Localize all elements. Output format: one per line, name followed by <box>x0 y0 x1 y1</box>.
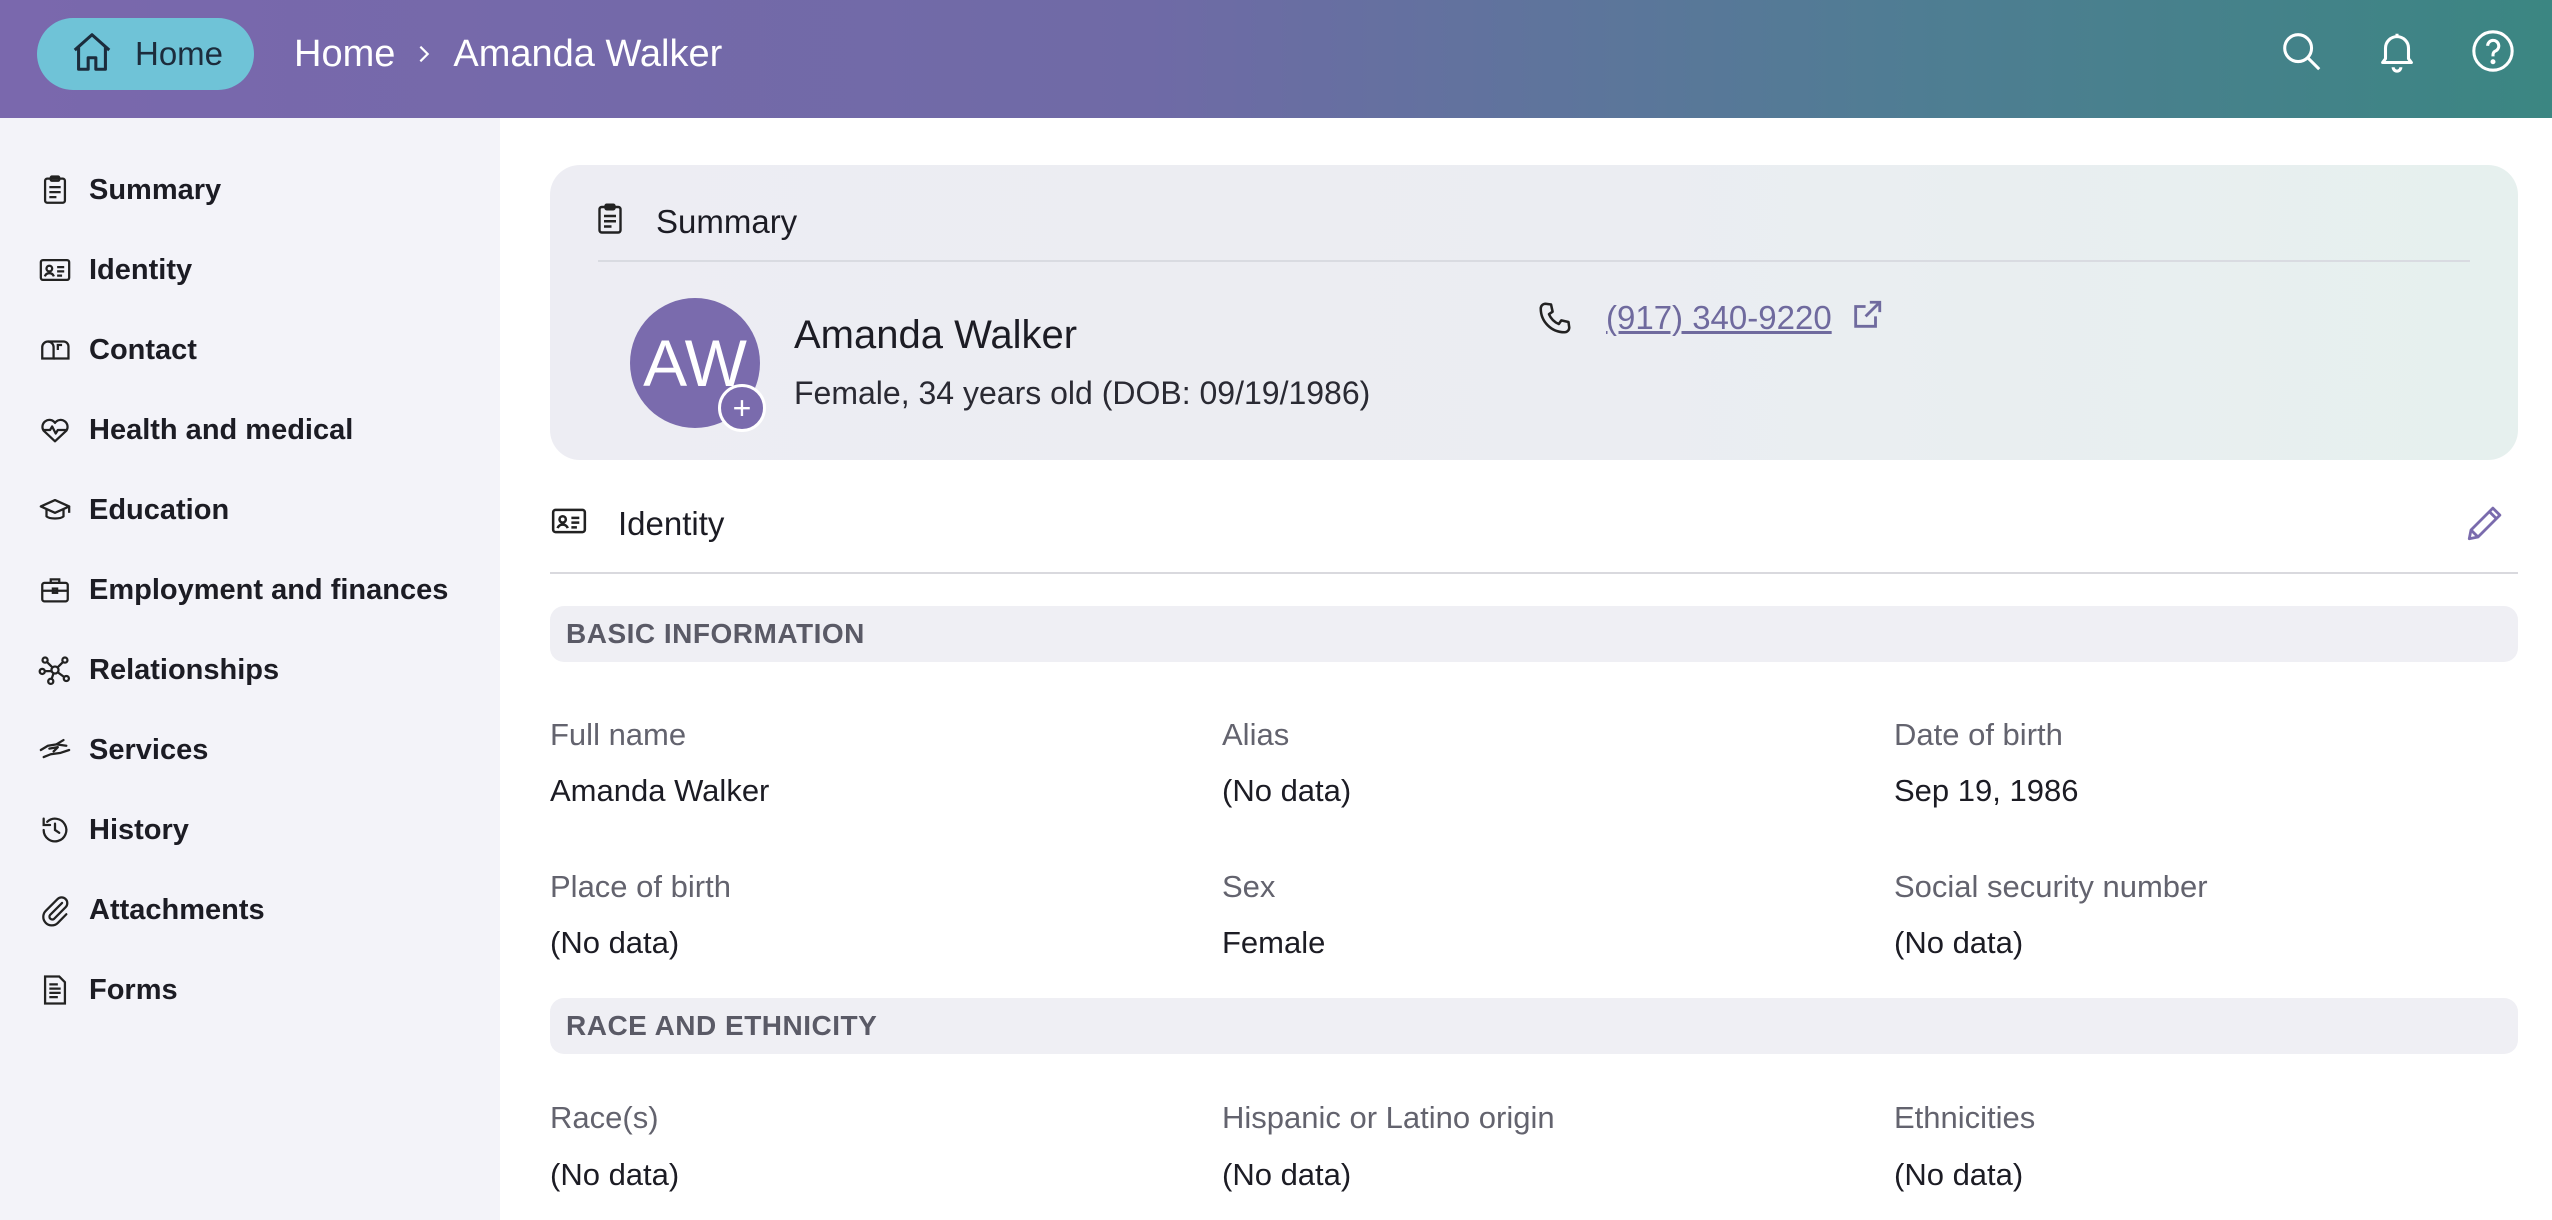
handshake-icon <box>36 731 74 769</box>
sidebar-item-label: Health and medical <box>89 413 354 446</box>
id-card-icon <box>36 251 74 289</box>
field-value: Amanda Walker <box>550 773 770 808</box>
phone-link[interactable]: (917) 340-9220 <box>1606 299 1832 337</box>
field-label: Date of birth <box>1894 717 2063 752</box>
history-icon <box>36 811 74 849</box>
sidebar-item-label: Forms <box>89 973 178 1006</box>
clipboard-icon <box>36 171 74 209</box>
breadcrumb: Home Amanda Walker <box>294 28 722 80</box>
sidebar-item-label: Summary <box>89 173 222 206</box>
field-label: Place of birth <box>550 869 731 904</box>
sidebar-item-health-and-medical[interactable]: Health and medical <box>36 402 476 458</box>
person-details: Female, 34 years old (DOB: 09/19/1986) <box>794 375 1371 411</box>
plus-icon: + <box>732 389 752 426</box>
identity-section-header: Identity <box>550 502 724 545</box>
race-and-ethnicity-heading: RACE AND ETHNICITY <box>550 998 2518 1054</box>
field-value: (No data) <box>550 925 680 960</box>
top-bar: Home Home Amanda Walker <box>0 0 2552 118</box>
field-value: (No data) <box>1222 1157 1352 1192</box>
form-icon <box>36 971 74 1009</box>
field-label: Ethnicities <box>1894 1100 2036 1135</box>
mailbox-icon <box>36 331 74 369</box>
field-label: Alias <box>1222 717 1290 752</box>
field-label: Sex <box>1222 869 1276 904</box>
network-icon <box>36 651 74 689</box>
field-value: (No data) <box>1894 1157 2024 1192</box>
home-button[interactable]: Home <box>37 18 254 90</box>
field-value: (No data) <box>1894 925 2024 960</box>
breadcrumb-home[interactable]: Home <box>294 33 395 76</box>
field-label: Hispanic or Latino origin <box>1222 1100 1555 1135</box>
pencil-icon[interactable] <box>2464 502 2506 544</box>
id-card-icon <box>550 502 588 545</box>
breadcrumb-current: Amanda Walker <box>453 32 723 75</box>
sidebar-item-attachments[interactable]: Attachments <box>36 882 476 938</box>
divider <box>550 572 2518 574</box>
add-photo-button[interactable]: + <box>718 384 766 432</box>
sidebar-item-label: Relationships <box>89 653 280 686</box>
summary-card: Summary AW + Amanda Walker Female, 34 ye… <box>550 165 2518 460</box>
sidebar-item-label: Identity <box>89 253 193 286</box>
field-value: Female <box>1222 925 1326 960</box>
home-icon <box>69 29 115 80</box>
graduation-cap-icon <box>36 491 74 529</box>
sidebar-item-identity[interactable]: Identity <box>36 242 476 298</box>
sidebar-item-education[interactable]: Education <box>36 482 476 538</box>
heart-pulse-icon <box>36 411 74 449</box>
field-value: (No data) <box>550 1157 680 1192</box>
person-name: Amanda Walker <box>794 313 1078 357</box>
search-icon[interactable] <box>2278 28 2324 74</box>
sidebar-item-label: Attachments <box>89 893 265 926</box>
field-label: Social security number <box>1894 869 2208 904</box>
briefcase-icon <box>36 571 74 609</box>
sidebar-item-contact[interactable]: Contact <box>36 322 476 378</box>
sidebar-item-label: Services <box>89 733 209 766</box>
sidebar-item-summary[interactable]: Summary <box>36 162 476 218</box>
sidebar-item-label: History <box>89 813 189 846</box>
external-link-icon[interactable] <box>1850 298 1884 332</box>
sidebar-item-forms[interactable]: Forms <box>36 962 476 1018</box>
field-label: Race(s) <box>550 1100 659 1135</box>
clipboard-icon <box>592 201 628 242</box>
help-icon[interactable] <box>2470 28 2516 74</box>
sidebar-item-label: Contact <box>89 333 197 366</box>
sidebar-item-employment-and-finances[interactable]: Employment and finances <box>36 562 476 618</box>
sidebar: Summary Identity Contact Health and medi… <box>0 118 500 1220</box>
chevron-right-icon <box>413 43 435 65</box>
sidebar-item-relationships[interactable]: Relationships <box>36 642 476 698</box>
divider <box>598 260 2470 262</box>
field-value: (No data) <box>1222 773 1352 808</box>
sidebar-item-services[interactable]: Services <box>36 722 476 778</box>
summary-title: Summary <box>656 202 798 240</box>
sidebar-item-history[interactable]: History <box>36 802 476 858</box>
sidebar-item-label: Education <box>89 493 230 526</box>
field-value: Sep 19, 1986 <box>1894 773 2079 808</box>
phone-icon <box>1536 299 1574 337</box>
sidebar-item-label: Employment and finances <box>89 573 449 606</box>
paperclip-icon <box>36 891 74 929</box>
bell-icon[interactable] <box>2374 28 2420 74</box>
basic-information-heading: BASIC INFORMATION <box>550 606 2518 662</box>
identity-title: Identity <box>618 504 725 542</box>
home-button-label: Home <box>135 35 224 72</box>
field-label: Full name <box>550 717 687 752</box>
